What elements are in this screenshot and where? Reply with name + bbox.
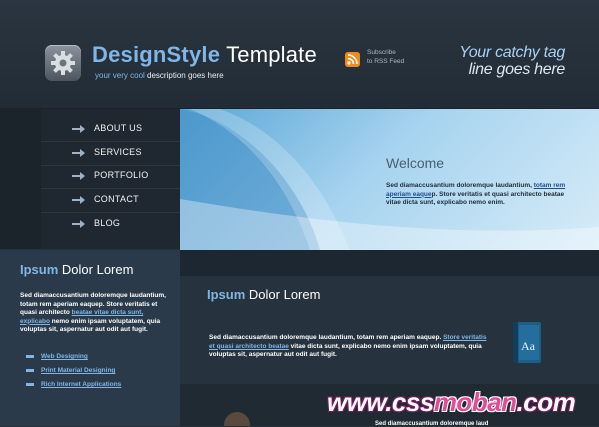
tagline-colored: your very cool [95,71,145,80]
nav-label: SERVICES [94,147,142,157]
nav-item-services[interactable]: SERVICES [41,142,180,166]
sidebar-link-web-designing[interactable]: Web Designing [26,352,121,366]
sidebar-title: Ipsum Dolor Lorem [20,262,133,277]
site-header: DesignStyle Template your very cool desc… [0,0,599,109]
main-text-before: Sed diamaccusantium doloremque laudantiu… [209,334,442,341]
main-title-rest: Dolor Lorem [248,287,321,302]
main-title: Ipsum Dolor Lorem [207,287,320,302]
main-text: Sed diamaccusantium doloremque laudantiu… [209,334,491,360]
rss-line-1: Subscribe [367,49,396,56]
arrow-right-icon [72,172,85,180]
watermark-part-1: www.css [327,387,434,417]
watermark-part-3: .com [516,387,576,417]
site-tagline: your very cool description goes here [95,71,224,80]
book-icon: Aa [513,322,541,363]
hero-text: Sed diamaccusantium doloremque laudantiu… [386,182,578,208]
main-nav: ABOUT US SERVICES PORTFOLIO CONTACT BLOG [41,109,180,249]
hero-banner: Welcome Sed diamaccusantium doloremque l… [180,109,599,250]
sidebar-link-label: Web Designing [41,353,88,360]
rss-subscribe-link[interactable]: Subscribe to RSS Feed [367,48,404,66]
catchy-tagline: Your catchy tag line goes here [459,44,565,78]
sidebar-link-list: Web Designing Print Material Designing R… [26,352,121,394]
hero-wave-graphic [180,109,599,250]
nav-label: CONTACT [94,194,139,204]
nav-item-about-us[interactable]: ABOUT US [41,118,180,142]
catchy-line-1: Your catchy tag [459,44,565,61]
site-title-bold: DesignStyle [92,42,221,67]
sidebar-link-print-material[interactable]: Print Material Designing [26,366,121,380]
rss-icon[interactable] [345,52,360,67]
bottom-text: Sed diamaccusantium doloremque laud [375,421,489,427]
sidebar-link-label: Print Material Designing [41,367,116,374]
nav-label: PORTFOLIO [94,170,149,180]
hero-title: Welcome [386,155,445,171]
arrow-right-icon [72,149,85,157]
sidebar-link-label: Rich Internet Applications [41,381,122,388]
site-title-rest: Template [226,42,317,67]
arrow-right-icon [72,125,85,133]
main-title-colored: Ipsum [207,287,246,302]
bullet-icon [26,369,34,372]
sidebar-link-rich-internet[interactable]: Rich Internet Applications [26,380,121,394]
nav-label: BLOG [94,218,121,228]
sidebar-title-colored: Ipsum [20,262,59,277]
nav-item-portfolio[interactable]: PORTFOLIO [41,165,180,189]
nav-item-contact[interactable]: CONTACT [41,189,180,213]
watermark-logo: www.cssmoban.com [327,387,576,418]
gear-logo-icon[interactable] [45,45,81,81]
arrow-right-icon [72,220,85,228]
nav-side-strip [0,109,41,249]
nav-item-blog[interactable]: BLOG [41,213,180,236]
hero-text-before: Sed diamaccusantium doloremque laudantiu… [386,182,532,189]
bullet-icon [26,383,34,386]
catchy-line-2: line goes here [468,61,566,78]
rss-line-2: to RSS Feed [367,58,405,65]
bullet-icon [26,355,34,358]
book-label: Aa [521,339,536,353]
sidebar-title-rest: Dolor Lorem [61,262,134,277]
sidebar: Ipsum Dolor Lorem Sed diamaccusantium do… [0,250,180,426]
site-title[interactable]: DesignStyle Template [92,42,317,68]
nav-label: ABOUT US [94,123,143,133]
arrow-right-icon [72,196,85,204]
watermark-part-2: moban [433,387,517,417]
tagline-rest: description goes here [147,71,224,80]
sidebar-text: Sed diamaccusantium doloremque laudantiu… [20,292,172,335]
